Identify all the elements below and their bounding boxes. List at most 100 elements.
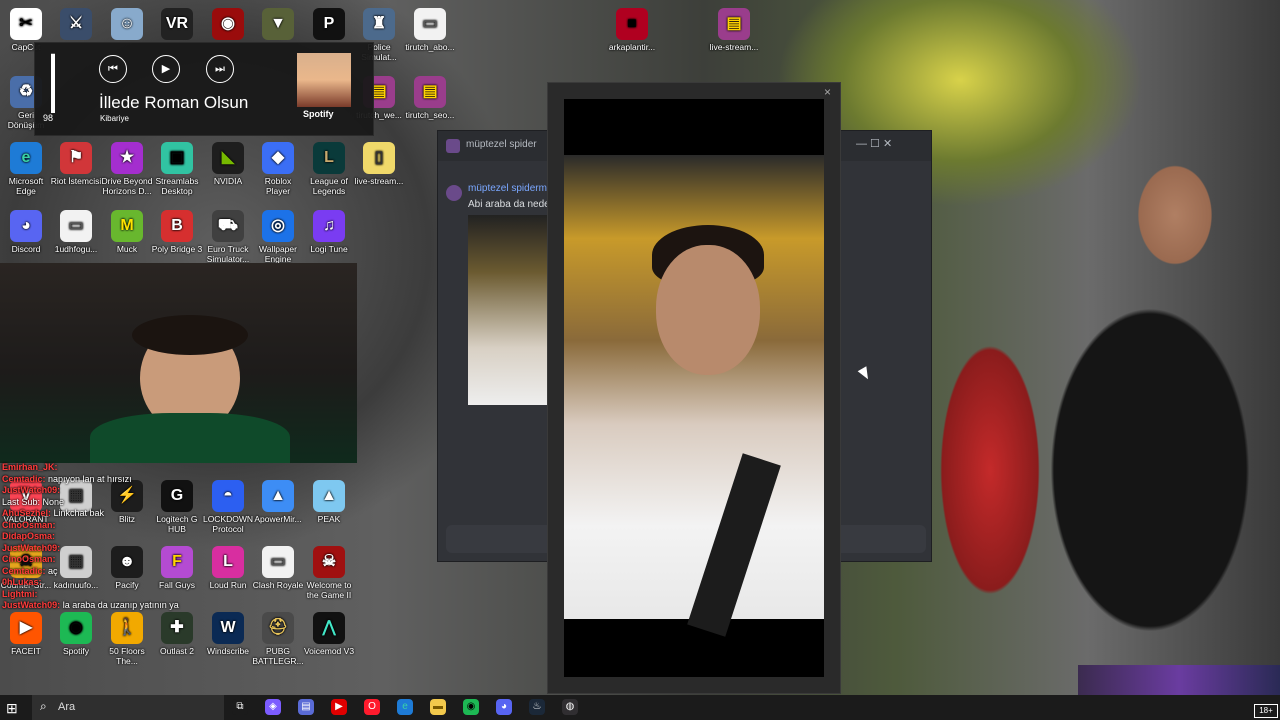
media-icon[interactable]: ▤ xyxy=(298,699,314,715)
desktop-icon-label: Outlast 2 xyxy=(159,646,195,656)
desktop-icon[interactable]: ☠ Welcome to the Game II xyxy=(303,546,355,600)
copilot-icon[interactable]: ◈ xyxy=(265,699,281,715)
desktop-icon[interactable]: ◓ LOCKDOWN Protocol xyxy=(202,480,254,534)
desktop-icon[interactable]: ⚔ xyxy=(50,8,102,42)
desktop-icon[interactable]: ▣ Streamlabs Desktop xyxy=(151,142,203,196)
chat-username: Cemtadic: xyxy=(2,473,46,484)
previous-track-button[interactable]: ⏮ xyxy=(99,55,127,83)
spotify-icon[interactable]: ◉ xyxy=(463,699,479,715)
app-icon: L xyxy=(313,142,345,174)
taskbar-search[interactable]: ⌕ Ara xyxy=(32,695,224,720)
desktop-icon-label: Discord xyxy=(11,244,41,254)
chat-text: Linkchat bak xyxy=(51,508,105,518)
desktop-icon-label: FACEIT xyxy=(11,646,41,656)
desktop-icon[interactable]: W Windscribe xyxy=(202,612,254,656)
desktop-icon[interactable]: ⋀ Voicemod V3 xyxy=(303,612,355,656)
desktop-icon[interactable]: ▲ PEAK xyxy=(303,480,355,524)
desktop-icon-label: Welcome to the Game II xyxy=(306,580,352,600)
youtube-icon[interactable]: ▶ xyxy=(331,699,347,715)
chat-username: CinoOsman: xyxy=(2,519,56,530)
chat-message: JustWatch09: xyxy=(2,543,202,555)
desktop-icon[interactable]: ▤ tirutch_seo... xyxy=(404,76,456,120)
media-source: Spotify xyxy=(303,109,334,119)
desktop-icon[interactable]: 🚶 50 Floors The... xyxy=(101,612,153,666)
desktop-icon[interactable]: e Microsoft Edge xyxy=(0,142,52,196)
message-video-thumbnail[interactable] xyxy=(468,215,548,405)
app-icon: ◉ xyxy=(212,8,244,40)
desktop-icon-label: Clash Royale xyxy=(252,580,304,590)
close-icon[interactable]: × xyxy=(824,85,831,99)
desktop-icon[interactable]: ■ arkaplantir... xyxy=(606,8,658,52)
steam-icon[interactable]: ♨ xyxy=(529,699,545,715)
chat-username: 0hLukas: xyxy=(2,577,42,587)
desktop-icon[interactable]: ▶ FACEIT xyxy=(0,612,52,656)
chat-username: JustWatch09: xyxy=(2,600,61,610)
chat-text: napıyon lan at hırsızı xyxy=(45,473,132,484)
app-icon: ✂ xyxy=(10,8,42,40)
app-icon: ◓ xyxy=(212,480,244,512)
discord-icon[interactable]: ◕ xyxy=(496,699,512,715)
opera-icon[interactable]: O xyxy=(364,699,380,715)
desktop-icon[interactable]: ◕ Discord xyxy=(0,210,52,254)
next-icon: ⏭ xyxy=(215,63,225,75)
next-track-button[interactable]: ⏭ xyxy=(206,55,234,83)
play-icon: ▶ xyxy=(161,63,171,75)
file-explorer-icon[interactable]: ▬ xyxy=(430,699,446,715)
video-content xyxy=(564,155,824,637)
desktop-icon[interactable]: B Poly Bridge 3 xyxy=(151,210,203,254)
desktop-icon[interactable]: ◉ Spotify xyxy=(50,612,102,656)
chat-message: Cemtadic: aç xyxy=(2,566,202,578)
desktop-icon[interactable]: L Loud Run xyxy=(202,546,254,590)
desktop-icon[interactable]: ◉ xyxy=(202,8,254,42)
chat-message: CinoOsman: xyxy=(2,554,202,566)
desktop-icon[interactable]: P xyxy=(303,8,355,42)
desktop-icon-label: Loud Run xyxy=(209,580,247,590)
desktop-icon[interactable]: VR xyxy=(151,8,203,42)
app-icon: ⚑ xyxy=(60,142,92,174)
person-face xyxy=(656,245,760,375)
app-icon: ★ xyxy=(111,142,143,174)
desktop-icon[interactable]: L League of Legends xyxy=(303,142,355,196)
app-icon: ⋀ xyxy=(313,612,345,644)
desktop-icon[interactable]: ◆ Roblox Player xyxy=(252,142,304,196)
chat-message: 0hLukas: xyxy=(2,577,202,589)
app-icon: ▼ xyxy=(262,8,294,40)
windows-start-icon[interactable]: ⊞ xyxy=(6,700,18,717)
app-icon: ⛟ xyxy=(212,210,244,242)
desktop-icon[interactable]: ▼ xyxy=(252,8,304,42)
desktop-icon[interactable]: ▯ live-stream... xyxy=(353,142,405,186)
discord-tab-name[interactable]: müptezel spider xyxy=(466,139,537,150)
window-controls[interactable]: — ☐ ✕ xyxy=(856,137,892,150)
desktop-icon[interactable]: ♫ Logi Tune xyxy=(303,210,355,254)
volume-slider[interactable] xyxy=(51,53,55,113)
desktop-icon[interactable]: ⛑ PUBG BATTLEGR... xyxy=(252,612,304,666)
app-icon: e xyxy=(10,142,42,174)
desktop-icon[interactable]: ✚ Outlast 2 xyxy=(151,612,203,656)
desktop-icon[interactable]: M Muck xyxy=(101,210,153,254)
desktop-icon[interactable]: ▭ Clash Royale xyxy=(252,546,304,590)
desktop-icon[interactable]: ▲ ApowerMir... xyxy=(252,480,304,524)
desktop-icon[interactable]: ☺ xyxy=(101,8,153,42)
play-button[interactable]: ▶ xyxy=(152,55,180,83)
obs-icon[interactable]: ◍ xyxy=(562,699,578,715)
desktop-icon[interactable]: ◣ NVIDIA xyxy=(202,142,254,186)
app-icon: ✚ xyxy=(161,612,193,644)
desktop-icon-label: tirutch_abo... xyxy=(405,42,455,52)
desktop-icon[interactable]: ▭ 1udhfogu... xyxy=(50,210,102,254)
chat-username: JustWatch09: xyxy=(2,542,61,553)
desktop-icon[interactable]: ⛟ Euro Truck Simulator... xyxy=(202,210,254,264)
edge-icon[interactable]: e xyxy=(397,699,413,715)
chat-message: AhuSezhel: Linkchat bak xyxy=(2,508,202,520)
desktop-icon[interactable]: ⚑ Riot İstemcisi xyxy=(50,142,102,186)
video-frame[interactable] xyxy=(564,99,824,677)
message-author[interactable]: müptezel spiderma xyxy=(468,183,552,194)
desktop-icon[interactable]: ◎ Wallpaper Engine xyxy=(252,210,304,264)
desktop-icon[interactable]: ▭ tirutch_abo... xyxy=(404,8,456,52)
chat-message: JustWatch09: la araba da uzanıp yatının … xyxy=(2,600,202,612)
search-icon: ⌕ xyxy=(40,699,47,713)
desktop-icon[interactable]: ★ Drive Beyond Horizons D... xyxy=(101,142,153,196)
chat-message: JustWatch09: xyxy=(2,485,202,497)
desktop-icon[interactable]: ▤ live-stream... xyxy=(708,8,760,52)
app-icon: ▶ xyxy=(10,612,42,644)
task-view-icon[interactable]: ⧉ xyxy=(232,699,248,715)
